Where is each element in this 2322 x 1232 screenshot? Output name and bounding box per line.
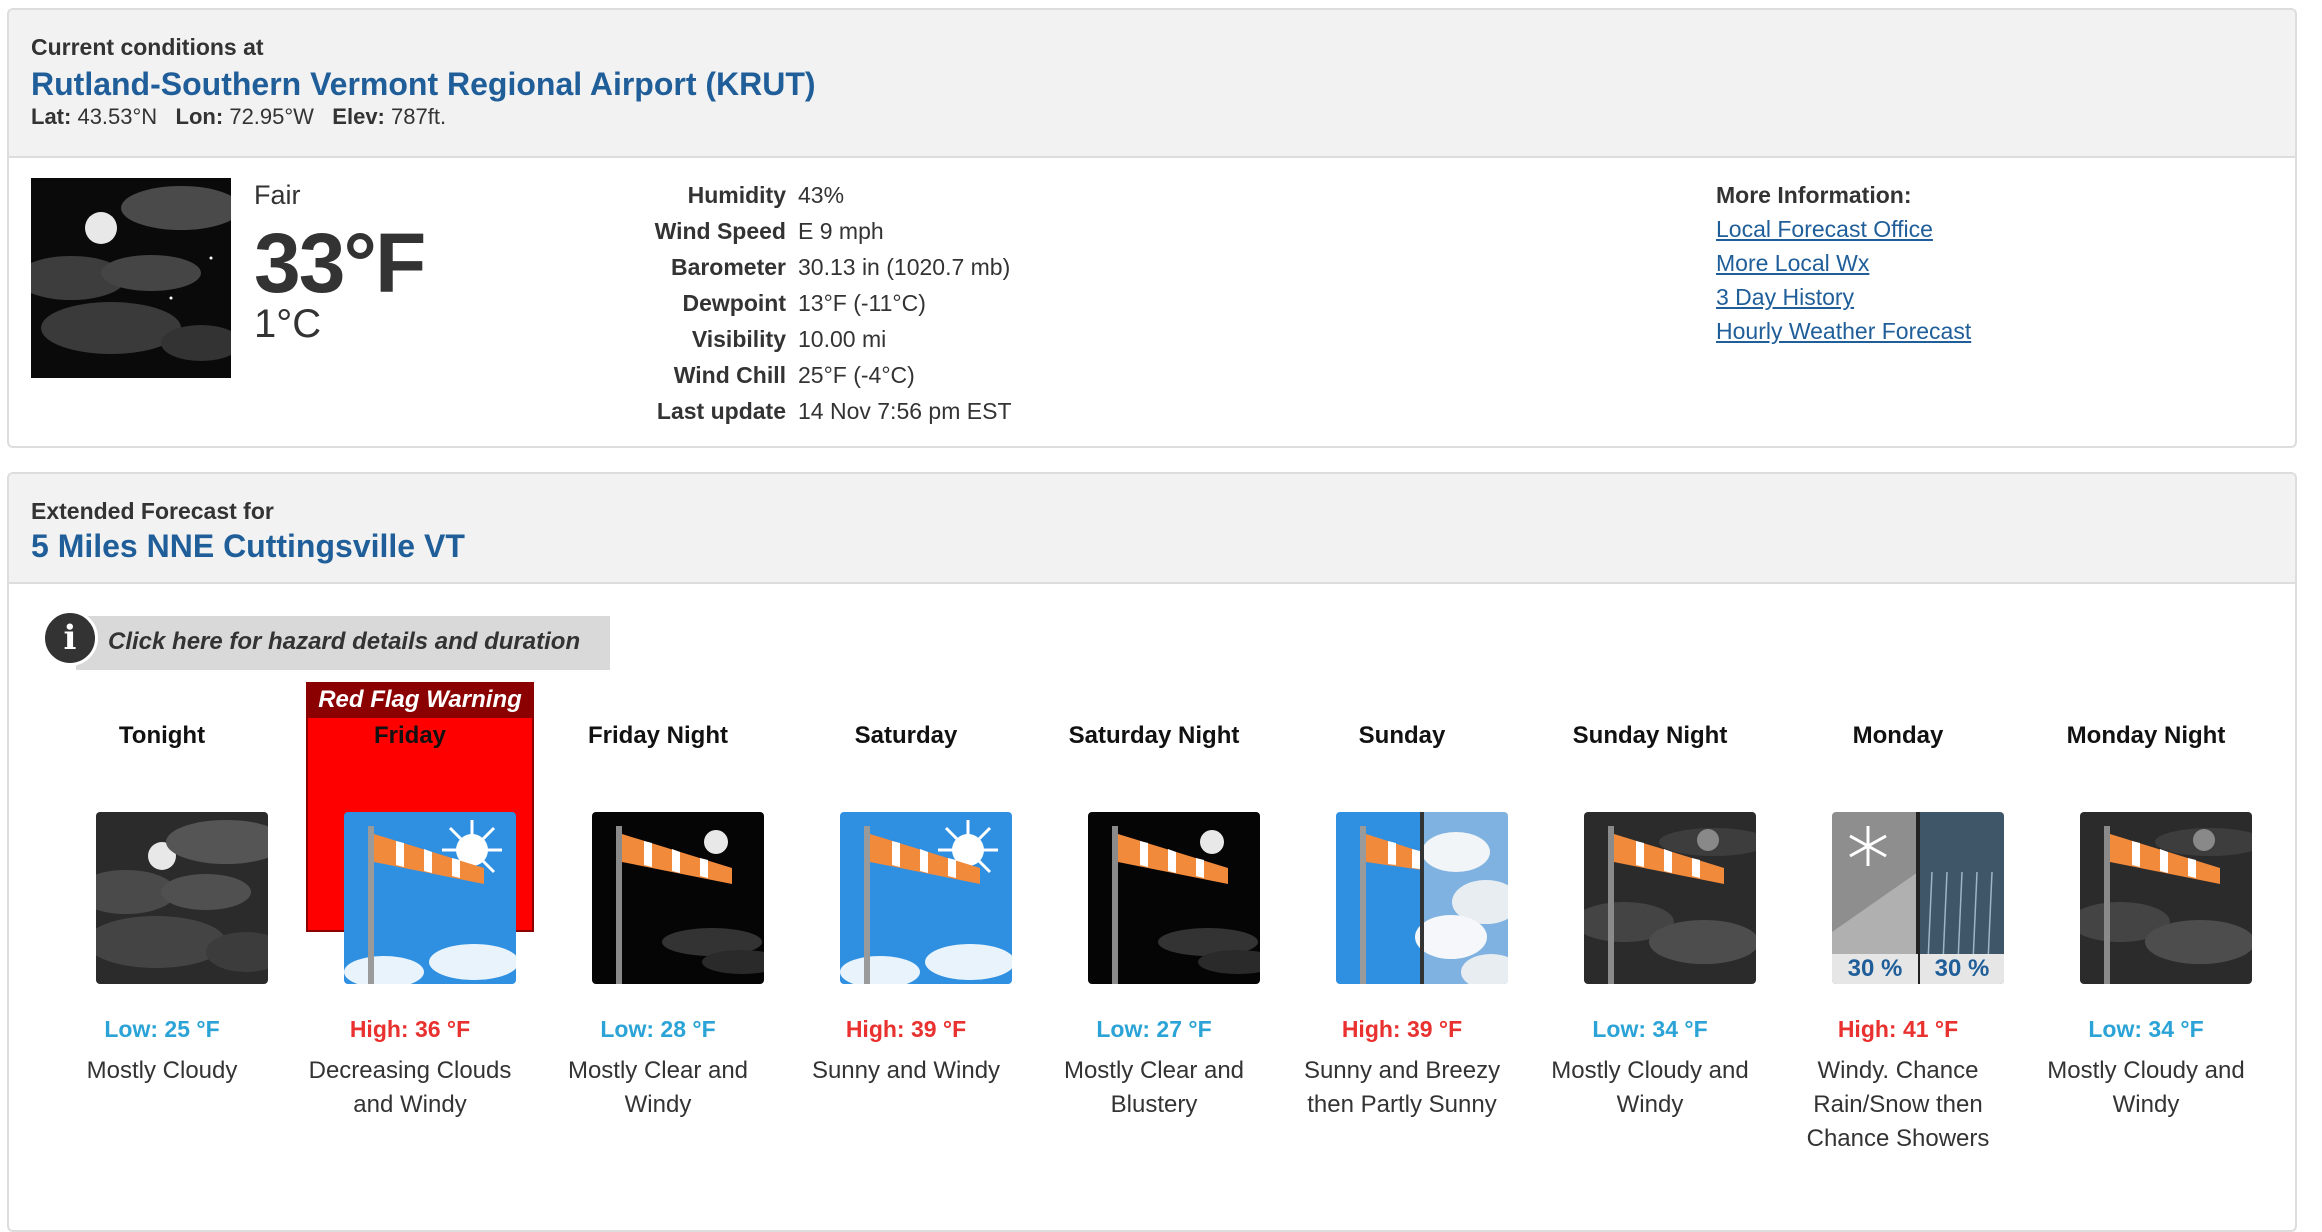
forecast-description: Mostly Clear and Blustery [1063, 1057, 1245, 1118]
forecast-period-name: Saturday Night [1068, 722, 1240, 749]
forecast-period-name: Saturday [854, 722, 958, 749]
current-conditions-panel: Current conditions at Rutland-Southern V… [7, 8, 2297, 448]
forecast-description: Mostly Cloudy and Windy [1551, 1057, 1749, 1118]
forecast-day-saturday: Saturday High: 39 °F Sunny and Windy [782, 682, 1030, 1222]
forecast-day-friday-night: Friday Night Low: 28 °F Mostly Clear and… [534, 682, 782, 1222]
more-information-title: More Information: [1716, 182, 1912, 208]
link-hourly-weather-forecast[interactable]: Hourly Weather Forecast [1716, 318, 1971, 352]
night-clear-windy-icon [1088, 812, 1260, 984]
forecast-description: Mostly Clear and Windy [567, 1057, 749, 1118]
detail-row-dewpoint: Dewpoint 13°F (-11°C) [682, 290, 926, 316]
station-coordinates: Lat: 43.53°N Lon: 72.95°W Elev: 787ft. [31, 104, 447, 129]
forecast-period-name: Tonight [118, 722, 206, 749]
extended-forecast-header: Extended Forecast for 5 Miles NNE Cuttin… [9, 474, 2295, 584]
current-conditions-header: Current conditions at Rutland-Southern V… [9, 10, 2295, 158]
sunny-breezy-then-partly-sunny-icon [1336, 812, 1508, 984]
forecast-day-sunday-night: Sunday Night Low: 34 °F Mostly Cloudy an… [1526, 682, 1774, 1222]
forecast-description: Mostly Cloudy [86, 1057, 238, 1084]
forecast-temp: Low: 25 °F [104, 1016, 220, 1042]
forecast-day-tonight: Tonight Low: 25 °F Mostly Cloudy [38, 682, 286, 1222]
forecast-period-name: Friday [373, 722, 447, 749]
detail-row-wind-speed: Wind Speed E 9 mph [654, 218, 884, 244]
station-title: Rutland-Southern Vermont Regional Airpor… [31, 66, 816, 102]
forecast-day-saturday-night: Saturday Night Low: 27 °F Mostly Clear a… [1030, 682, 1278, 1222]
forecast-temp: High: 39 °F [1341, 1016, 1463, 1042]
forecast-period-name: Sunday Night [1572, 722, 1728, 749]
extended-forecast-label: Extended Forecast for [31, 498, 274, 524]
forecast-period-name: Monday [1852, 722, 1944, 749]
current-condition-text: Fair [254, 180, 301, 210]
info-icon[interactable]: i [42, 610, 98, 666]
rain-snow-then-showers-icon: 30 % 30 % [1832, 812, 2004, 984]
sunny-windy-icon [840, 812, 1012, 984]
forecast-day-monday-night: Monday Night Low: 34 °F Mostly Cloudy an… [2022, 682, 2270, 1222]
forecast-period-name: Sunday [1358, 722, 1446, 749]
sunny-windy-icon [344, 812, 516, 984]
detail-row-wind-chill: Wind Chill 25°F (-4°C) [673, 362, 915, 388]
night-clear-windy-icon [592, 812, 764, 984]
night-cloudy-windy-icon [2080, 812, 2252, 984]
forecast-temp: High: 39 °F [845, 1016, 967, 1042]
more-information: More Information: Local Forecast Office … [1716, 182, 1971, 352]
forecast-day-sunday: Sunday High: 39 °F Sunny and Breezy then… [1278, 682, 1526, 1222]
current-details-table: Humidity 43% Wind Speed E 9 mph Barometer 3… [609, 182, 1012, 434]
forecast-description: Mostly Cloudy and Windy [2047, 1057, 2245, 1118]
current-conditions-label: Current conditions at [31, 34, 264, 60]
night-cloudy-windy-icon [1584, 812, 1756, 984]
night-mostly-cloudy-icon [96, 812, 268, 984]
current-temp-c: 1°C [254, 302, 322, 346]
forecast-temp: High: 36 °F [349, 1016, 471, 1042]
hazard-details-text: Click here for hazard details and durati… [108, 628, 581, 655]
current-temp-f: 33°F [254, 216, 426, 310]
red-flag-warning-label: Red Flag Warning [306, 682, 534, 718]
forecast-period-name: Monday Night [2066, 722, 2226, 749]
detail-row-humidity: Humidity 43% [687, 182, 845, 208]
pop-right: 30 % [1934, 955, 1990, 982]
forecast-day-monday: Monday 30 % 30 % High: 41 °F Windy. Chan… [1774, 682, 2022, 1222]
night-partly-cloudy-icon [16, 178, 241, 378]
forecast-description: Sunny and Breezy then Partly Sunny [1303, 1057, 1501, 1118]
extended-forecast-panel: Extended Forecast for 5 Miles NNE Cuttin… [7, 472, 2297, 1232]
detail-row-last-update: Last update 14 Nov 7:56 pm EST [656, 398, 1012, 424]
link-more-local-wx[interactable]: More Local Wx [1716, 250, 1971, 284]
forecast-day-friday: Red Flag Warning Friday High: 36 °F Decr… [286, 682, 534, 1222]
forecast-period-name: Friday Night [587, 722, 728, 749]
detail-row-barometer: Barometer 30.13 in (1020.7 mb) [670, 254, 1011, 280]
hazard-details-button[interactable]: Click here for hazard details and durati… [76, 616, 610, 670]
pop-left: 30 % [1847, 955, 1903, 982]
forecast-location-title: 5 Miles NNE Cuttingsville VT [31, 528, 465, 564]
forecast-temp: Low: 27 °F [1096, 1016, 1212, 1042]
forecast-description: Decreasing Clouds and Windy [308, 1057, 512, 1118]
forecast-temp: High: 41 °F [1837, 1016, 1959, 1042]
link-local-forecast-office[interactable]: Local Forecast Office [1716, 216, 1971, 250]
forecast-temp: Low: 34 °F [2088, 1016, 2204, 1042]
forecast-temp: Low: 34 °F [1592, 1016, 1708, 1042]
forecast-description: Sunny and Windy [811, 1057, 1001, 1084]
link-3-day-history[interactable]: 3 Day History [1716, 284, 1971, 318]
forecast-temp: Low: 28 °F [600, 1016, 716, 1042]
forecast-description: Windy. Chance Rain/Snow then Chance Show… [1806, 1057, 1990, 1152]
detail-row-visibility: Visibility 10.00 mi [691, 326, 887, 352]
